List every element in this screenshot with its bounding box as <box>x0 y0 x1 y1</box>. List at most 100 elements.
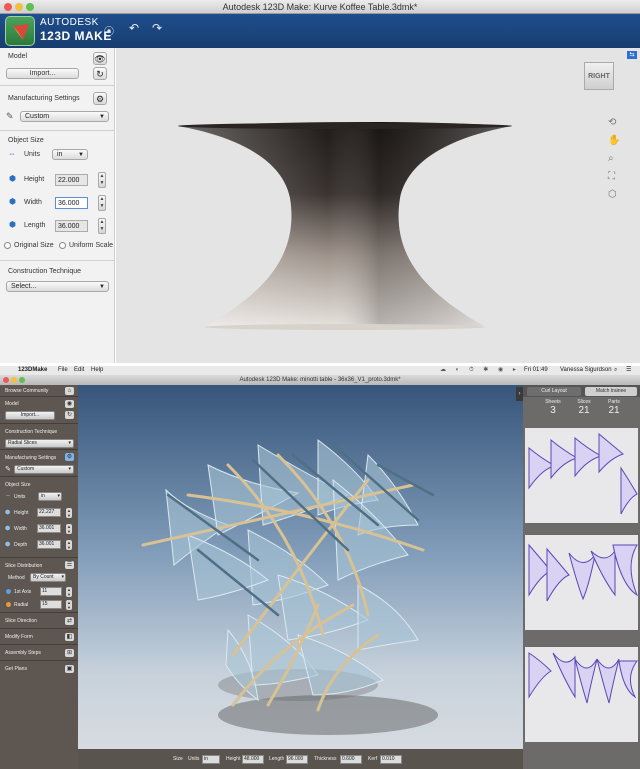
width-field[interactable]: 36.001 <box>37 524 61 533</box>
width-field[interactable]: 36.000 <box>55 197 88 209</box>
slice-direction-icon[interactable]: ⇄ <box>65 617 74 625</box>
height-field[interactable]: 22.000 <box>55 174 88 186</box>
app-logo[interactable] <box>5 16 35 46</box>
manufacturing-preset-dropdown[interactable]: Custom ▾ <box>14 465 74 474</box>
window-title-bar: Autodesk 123D Make: minotti table - 36x3… <box>0 375 640 385</box>
height-field[interactable]: 22.227 <box>37 508 61 517</box>
construction-dropdown[interactable]: Select... ▼ <box>6 281 109 292</box>
depth-field[interactable]: 36.001 <box>37 540 61 549</box>
menu-file[interactable]: File <box>58 366 68 375</box>
minimize-window-button[interactable] <box>11 377 17 383</box>
sidebar: Browse Community ⌂ Model ◉ Import... ↻ C… <box>0 385 78 769</box>
orbit-icon[interactable]: ⟲ <box>608 117 616 128</box>
close-window-button[interactable] <box>4 3 12 11</box>
viewport[interactable] <box>78 385 523 749</box>
sb-kerf-field[interactable]: 0.010 <box>380 755 402 764</box>
sliced-table-model[interactable] <box>78 385 523 749</box>
mac-menu-bar: 123DMake File Edit Help ☁ ◐ ⏱ ✱ ◉ ▸ Fri … <box>0 366 640 375</box>
get-plans-icon[interactable]: ▣ <box>65 665 74 673</box>
sheet-2[interactable] <box>525 535 639 630</box>
radial-field[interactable]: 15 <box>40 600 62 609</box>
construction-value: Select... <box>11 283 37 290</box>
viewport[interactable] <box>116 48 640 363</box>
sb-thickness-field[interactable]: 0.600 <box>340 755 362 764</box>
pencil-icon[interactable]: ✎ <box>6 111 14 122</box>
assembly-steps-row[interactable]: Assembly Steps ⊞ <box>0 645 78 661</box>
zoom-icon[interactable]: ⌕ <box>608 153 614 164</box>
community-icon[interactable]: ⌂ <box>65 387 74 395</box>
original-size-radio[interactable] <box>4 242 11 249</box>
refresh-icon[interactable]: ↻ <box>93 67 107 80</box>
brand-autodesk: AUTODESK <box>40 17 99 28</box>
pan-icon[interactable]: ✋ <box>608 135 620 146</box>
minimize-window-button[interactable] <box>15 3 23 11</box>
refresh-icon[interactable]: ↻ <box>65 411 74 419</box>
sb-length-field[interactable]: 96.000 <box>286 755 308 764</box>
axis-field[interactable]: 11 <box>40 587 62 596</box>
width-stepper[interactable]: ▲ ▼ <box>66 524 72 534</box>
eye-icon[interactable]: ◉ <box>65 400 74 408</box>
browse-community-row[interactable]: Browse Community ⌂ <box>0 385 78 397</box>
modify-form-label: Modify Form <box>5 634 33 640</box>
tab-curl-layout[interactable]: Curl Layout <box>527 387 581 396</box>
viewcube[interactable]: RIGHT <box>584 62 614 90</box>
assembly-steps-icon[interactable]: ⊞ <box>65 649 74 657</box>
gear-icon[interactable]: ⚙ <box>93 92 107 105</box>
app-menu-icon[interactable]: ⦿ <box>104 23 114 38</box>
status-icons[interactable]: ☁ ◐ ⏱ ✱ ◉ ▸ <box>440 366 520 375</box>
sheet-1[interactable] <box>525 428 638 523</box>
manufacturing-section: Manufacturing Settings ⚙ ✎ Custom ▾ <box>0 450 78 477</box>
depth-stepper[interactable]: ▲ ▼ <box>66 540 72 550</box>
view-cube-icon[interactable]: ⬡ <box>608 189 617 200</box>
units-label: Units <box>14 494 26 500</box>
collapse-panel-icon[interactable]: › <box>516 387 523 401</box>
table-model[interactable] <box>116 48 640 363</box>
model-label: Model <box>5 401 19 407</box>
height-stepper[interactable]: ▲ ▼ <box>98 172 106 188</box>
menu-app[interactable]: 123DMake <box>18 366 47 375</box>
modify-form-icon[interactable]: ◧ <box>65 633 74 641</box>
length-field[interactable]: 36.000 <box>55 220 88 232</box>
menu-user[interactable]: Vanessa Sigurdson <box>560 366 612 375</box>
pencil-icon[interactable]: ✎ <box>5 465 11 473</box>
import-button[interactable]: Import... <box>5 411 55 420</box>
undo-icon[interactable]: ↶ <box>129 21 139 35</box>
modify-form-row[interactable]: Modify Form ◧ <box>0 629 78 645</box>
manufacturing-preset-dropdown[interactable]: Custom ▼ <box>20 111 109 122</box>
units-dropdown[interactable]: in ▾ <box>38 492 62 501</box>
zoom-window-button[interactable] <box>26 3 34 11</box>
eye-icon[interactable]: 👁 <box>93 52 107 65</box>
expand-panel-icon[interactable]: ⇆ <box>627 51 637 59</box>
logo-icon <box>13 24 29 40</box>
units-label: Units <box>24 151 40 158</box>
uniform-scale-radio[interactable] <box>59 242 66 249</box>
axis-stepper[interactable]: ▲ ▼ <box>66 587 72 597</box>
close-window-button[interactable] <box>3 377 9 383</box>
search-icon[interactable]: ⌕ <box>614 366 617 375</box>
sb-height-field[interactable]: 48.000 <box>242 755 264 764</box>
tab-match-trainee[interactable]: Match trainee <box>585 387 637 396</box>
units-dropdown[interactable]: in ▼ <box>52 149 88 160</box>
method-dropdown[interactable]: By Count ▾ <box>30 573 66 582</box>
radial-stepper[interactable]: ▲ ▼ <box>66 600 72 610</box>
slice-direction-row[interactable]: Slice Direction ⇄ <box>0 613 78 629</box>
parts-stat: Parts 21 <box>599 399 629 417</box>
navigation-bar: ⟲ ✋ ⌕ ⛶ ⬡ <box>602 115 624 210</box>
list-icon[interactable]: ☰ <box>65 561 74 569</box>
zoom-window-button[interactable] <box>19 377 25 383</box>
import-button[interactable]: Import... <box>6 68 79 79</box>
menu-list-icon[interactable]: ☰ <box>626 366 631 375</box>
gear-icon[interactable]: ⚙ <box>65 453 74 461</box>
length-stepper[interactable]: ▲ ▼ <box>98 218 106 234</box>
sheet-3[interactable] <box>525 647 638 742</box>
height-stepper[interactable]: ▲ ▼ <box>66 508 72 518</box>
menu-edit[interactable]: Edit <box>74 366 84 375</box>
menu-help[interactable]: Help <box>91 366 103 375</box>
sb-kerf-label: Kerf <box>368 756 378 762</box>
sb-units-dropdown[interactable]: in <box>202 755 220 764</box>
fit-icon[interactable]: ⛶ <box>608 171 615 182</box>
redo-icon[interactable]: ↷ <box>152 21 162 35</box>
construction-dropdown[interactable]: Radial Slices ▾ <box>5 439 74 448</box>
get-plans-row[interactable]: Get Plans ▣ <box>0 661 78 677</box>
width-stepper[interactable]: ▲ ▼ <box>98 195 106 211</box>
